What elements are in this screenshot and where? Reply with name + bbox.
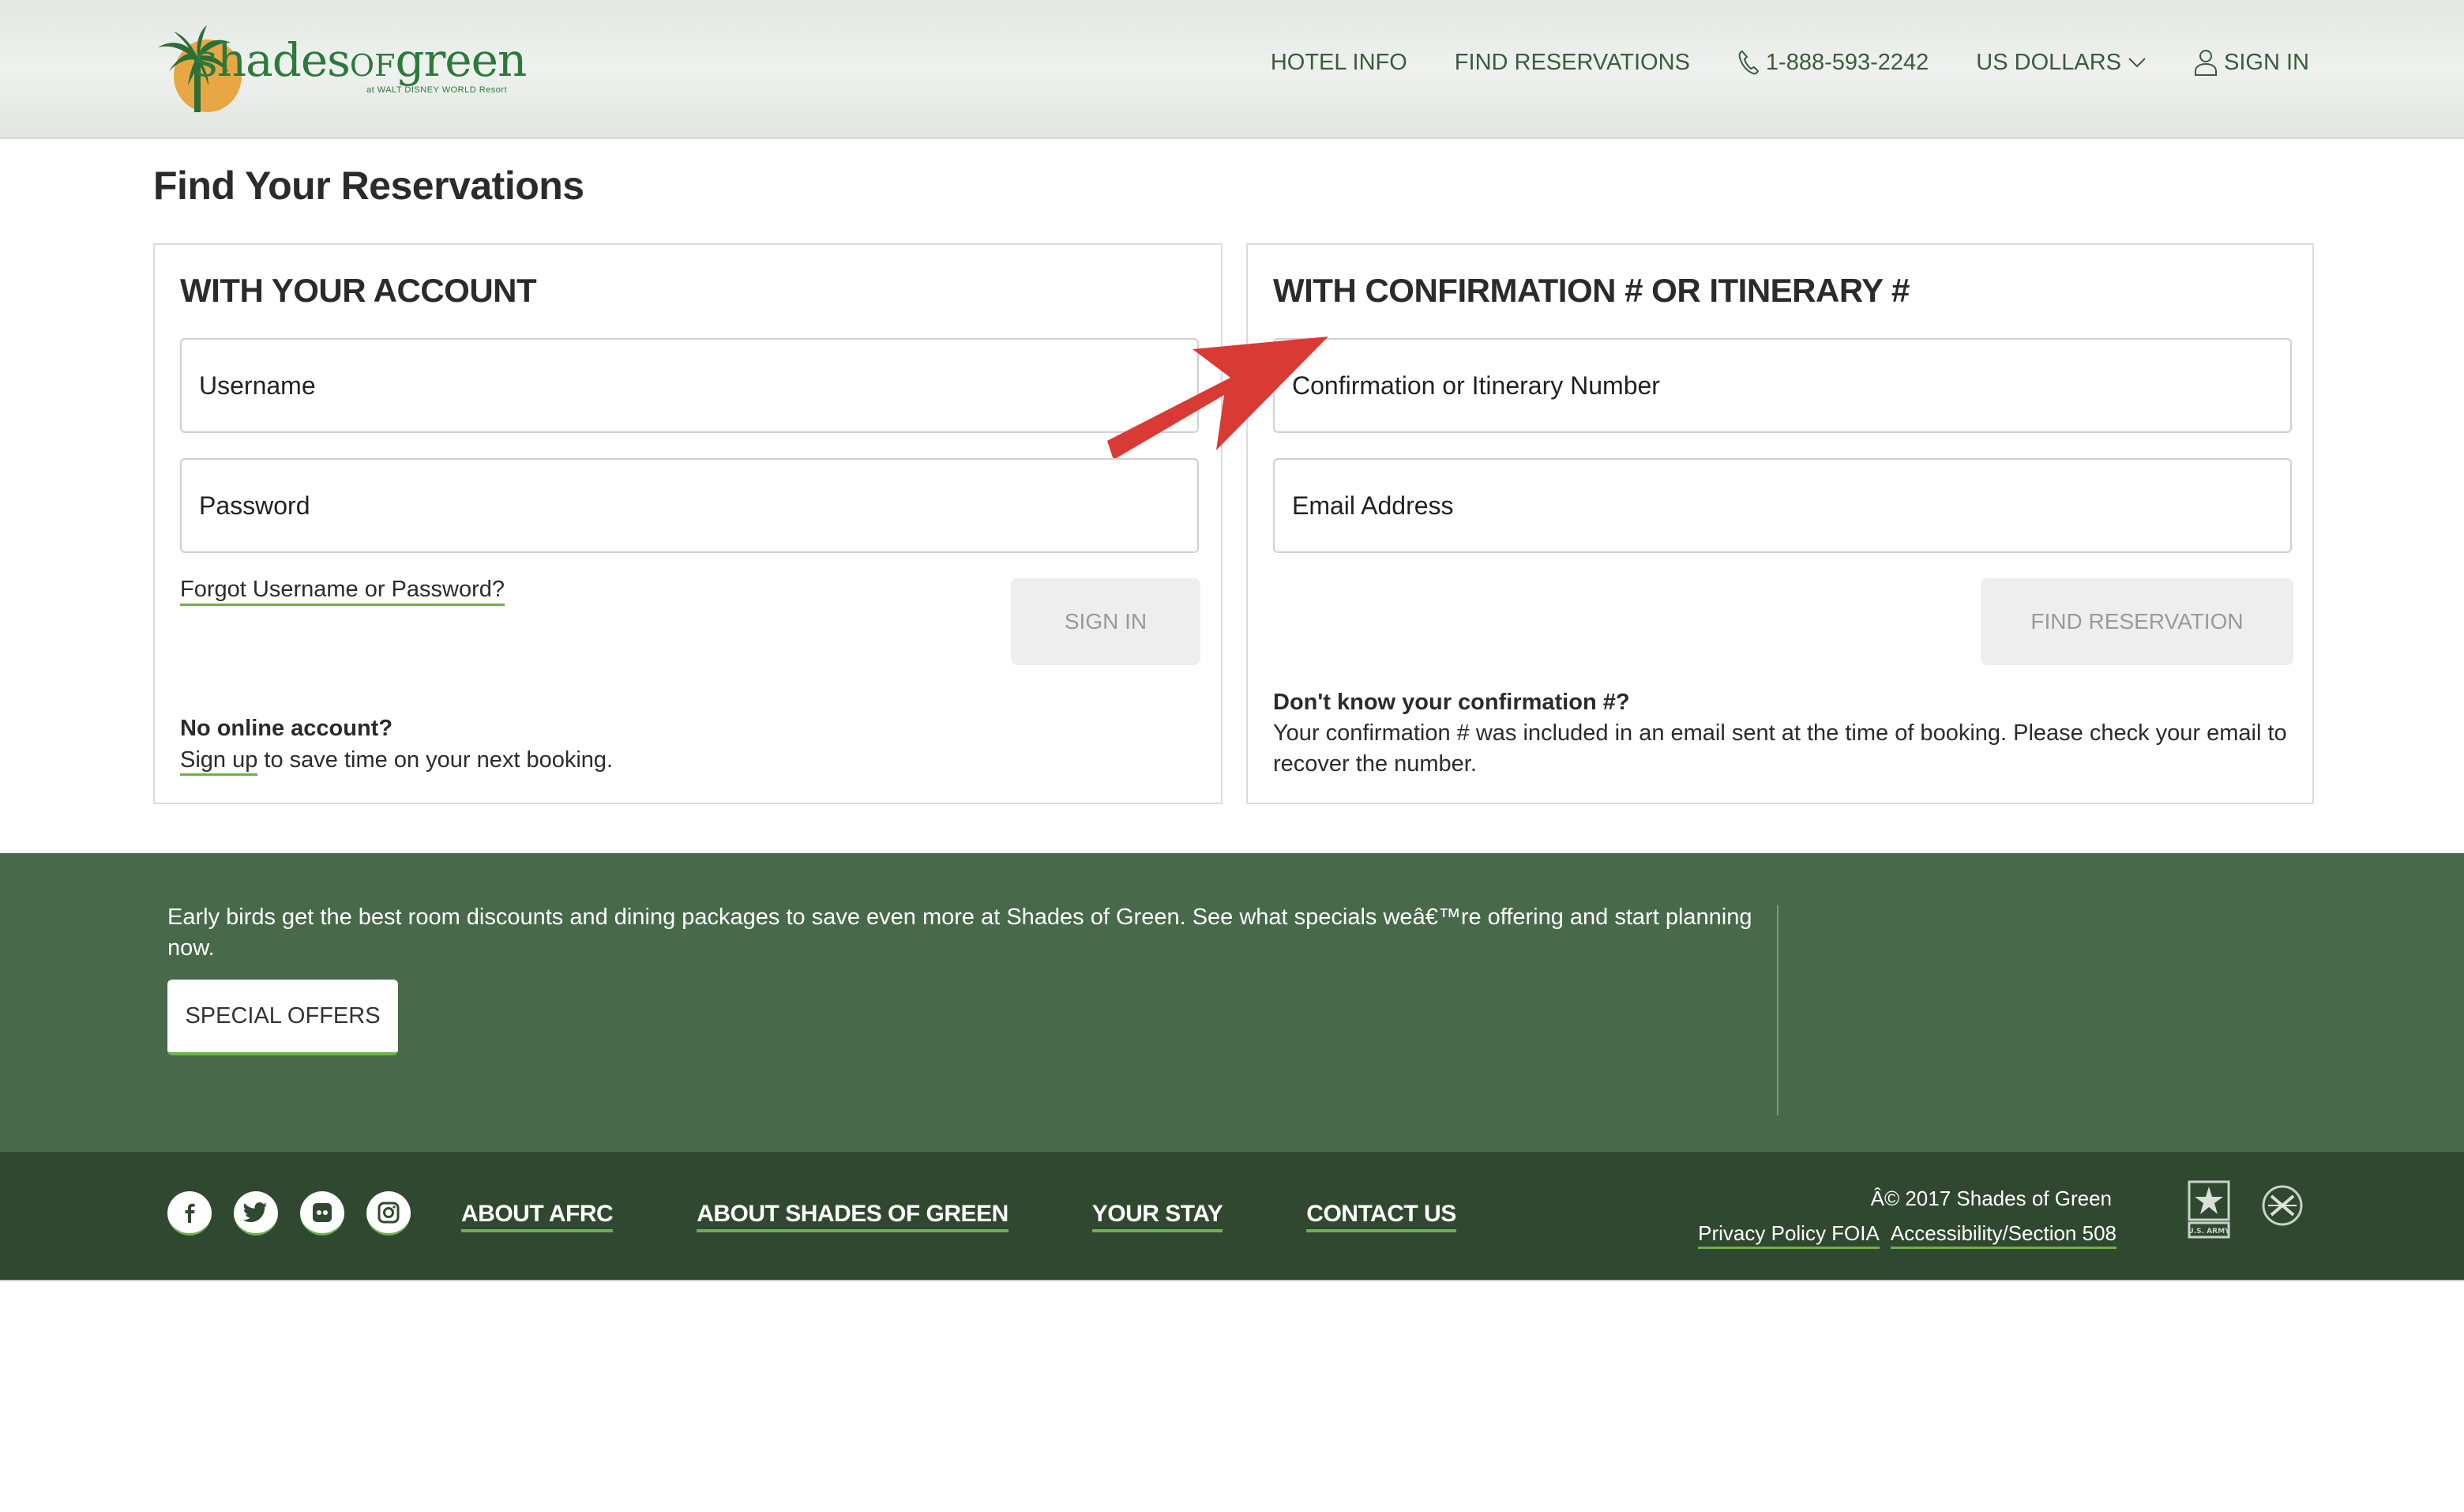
logo-wordmark: shadesOFgreen [194, 33, 527, 87]
nav-phone[interactable]: 1-888-593-2242 [1737, 50, 1929, 76]
confirmation-number-input[interactable] [1273, 338, 2292, 433]
privacy-policy-foia-link[interactable]: Privacy Policy FOIA [1698, 1221, 1880, 1249]
confirmation-help-question: Don't know your confirmation #? [1273, 690, 1630, 715]
confirmation-help: Don't know your confirmation #? Your con… [1273, 687, 2292, 780]
sign-up-link[interactable]: Sign up [180, 747, 258, 776]
site-footer: ABOUT AFRC ABOUT SHADES OF GREEN YOUR ST… [0, 1152, 2464, 1281]
facebook-icon[interactable] [167, 1191, 212, 1236]
sign-up-suffix: to save time on your next booking. [257, 747, 614, 773]
chevron-down-icon [2128, 58, 2146, 68]
facebook-glyph [185, 1203, 195, 1223]
army-logo-text: U.S. ARMY [2188, 1228, 2230, 1236]
main-nav: HOTEL INFO FIND RESERVATIONS 1-888-593-2… [1271, 49, 2309, 76]
footer-nav: ABOUT AFRC ABOUT SHADES OF GREEN YOUR ST… [461, 1201, 1456, 1232]
currency-dropdown[interactable]: US DOLLARS [1976, 50, 2147, 76]
instagram-glyph [377, 1202, 400, 1223]
instagram-icon[interactable] [366, 1191, 411, 1236]
nav-find-reservations-label: FIND RESERVATIONS [1454, 49, 1690, 75]
flickr-glyph [313, 1202, 332, 1222]
footer-link-about-shades-of-green[interactable]: ABOUT SHADES OF GREEN [697, 1201, 1009, 1232]
shades-of-green-logo[interactable]: shadesOFgreen at WALT DISNEY WORLD Resor… [155, 19, 527, 117]
site-header: shadesOFgreen at WALT DISNEY WORLD Resor… [0, 0, 2464, 139]
promo-divider [1777, 905, 1779, 1115]
promo-banner: Early birds get the best room discounts … [0, 853, 2464, 1152]
username-input[interactable] [180, 338, 1199, 433]
currency-label: US DOLLARS [1976, 49, 2122, 75]
accessibility-link[interactable]: Accessibility/Section 508 [1890, 1221, 2117, 1249]
twitter-icon[interactable] [234, 1191, 278, 1236]
nav-sign-in-label: SIGN IN [2224, 49, 2309, 75]
logo-word-shades: shades [194, 33, 351, 87]
logo-word-of: OF [349, 48, 396, 83]
sign-in-button[interactable]: SIGN IN [1011, 578, 1200, 665]
twitter-glyph [243, 1202, 267, 1222]
afrc-seal-icon[interactable] [2260, 1183, 2304, 1228]
footer-link-contact-us[interactable]: CONTACT US [1306, 1201, 1456, 1232]
confirmation-help-text: Your confirmation # was included in an e… [1273, 720, 2287, 777]
page-title: Find Your Reservations [153, 164, 584, 208]
legal-links: Privacy Policy FOIA Accessibility/Sectio… [1698, 1221, 2117, 1249]
user-icon [2195, 50, 2218, 76]
special-offers-button[interactable]: SPECIAL OFFERS [167, 980, 398, 1055]
nav-hotel-info[interactable]: HOTEL INFO [1271, 50, 1407, 76]
social-links [167, 1191, 411, 1236]
copyright-text: Â© 2017 Shades of Green [1870, 1187, 2112, 1210]
confirmation-panel: WITH CONFIRMATION # OR ITINERARY # FIND … [1246, 243, 2314, 804]
logo-word-green: green [395, 33, 527, 87]
promo-text: Early birds get the best room discounts … [167, 905, 1752, 961]
no-account-section: No online account? Sign up to save time … [180, 713, 613, 776]
nav-hotel-info-label: HOTEL INFO [1270, 49, 1407, 75]
flickr-icon[interactable] [300, 1191, 344, 1236]
account-panel: WITH YOUR ACCOUNT Forgot Username or Pas… [153, 243, 1223, 804]
account-panel-heading: WITH YOUR ACCOUNT [180, 272, 537, 309]
nav-find-reservations[interactable]: FIND RESERVATIONS [1455, 50, 1690, 76]
us-army-logo-icon[interactable]: U.S. ARMY [2188, 1180, 2230, 1239]
nav-phone-label: 1-888-593-2242 [1765, 49, 1929, 75]
footer-link-about-afrc[interactable]: ABOUT AFRC [461, 1201, 614, 1232]
find-reservation-button[interactable]: FIND RESERVATION [1981, 578, 2293, 665]
logo-tagline: at WALT DISNEY WORLD Resort [366, 85, 508, 95]
forgot-credentials-link[interactable]: Forgot Username or Password? [180, 577, 505, 606]
nav-sign-in[interactable]: SIGN IN [2194, 49, 2309, 76]
no-account-question: No online account? [180, 716, 393, 741]
confirmation-panel-heading: WITH CONFIRMATION # OR ITINERARY # [1273, 272, 1910, 309]
email-input[interactable] [1273, 458, 2292, 553]
phone-icon [1738, 50, 1760, 75]
password-input[interactable] [180, 458, 1199, 553]
footer-link-your-stay[interactable]: YOUR STAY [1091, 1201, 1223, 1232]
